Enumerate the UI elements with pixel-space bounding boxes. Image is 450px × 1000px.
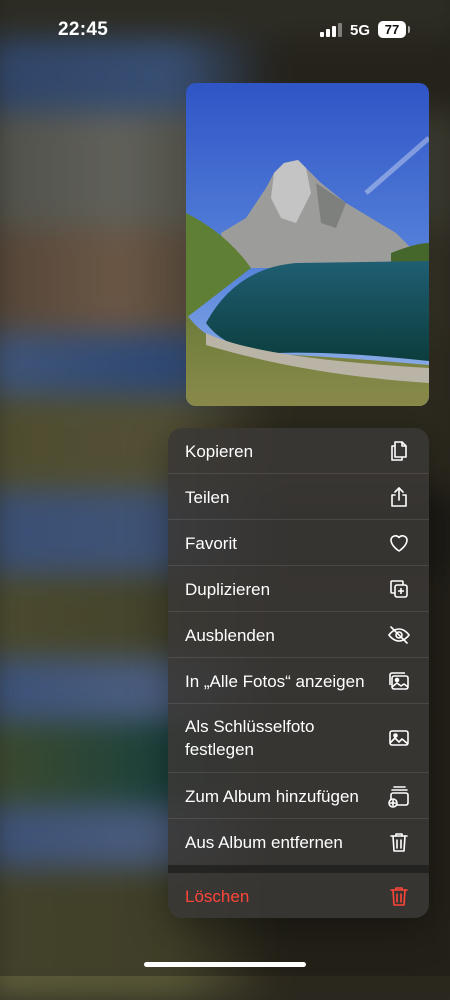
context-menu: Kopieren Teilen Favorit Duplizieren Ausb…: [168, 428, 429, 918]
menu-item-duplizieren[interactable]: Duplizieren: [168, 566, 429, 612]
battery-icon: 77: [378, 21, 406, 38]
trash-icon: [387, 884, 411, 908]
menu-item-alle-fotos[interactable]: In „Alle Fotos“ anzeigen: [168, 658, 429, 704]
menu-item-label: Teilen: [185, 488, 230, 507]
menu-item-label: Kopieren: [185, 442, 254, 461]
menu-item-ausblenden[interactable]: Ausblenden: [168, 612, 429, 658]
menu-item-kopieren[interactable]: Kopieren: [168, 428, 429, 474]
status-time: 22:45: [58, 19, 109, 40]
menu-item-label: Aus Album entfernen: [185, 833, 343, 852]
duplicate-icon: [387, 577, 411, 601]
menu-separator: [168, 865, 429, 873]
menu-item-label: Duplizieren: [185, 580, 271, 599]
menu-item-label: Favorit: [185, 534, 237, 553]
mountain-lake-photo: [186, 83, 429, 406]
menu-item-aus-album[interactable]: Aus Album entfernen: [168, 819, 429, 864]
add-to-album-icon: [387, 784, 411, 808]
share-icon: [387, 485, 411, 509]
photo-preview[interactable]: [186, 83, 429, 406]
trash-icon: [387, 830, 411, 854]
copy-icon: [387, 439, 411, 463]
home-indicator[interactable]: [144, 962, 306, 967]
menu-item-label: Als Schlüsselfoto festlegen: [185, 717, 315, 759]
status-bar: 22:45 5G 77: [0, 0, 450, 62]
network-type: 5G: [350, 22, 371, 39]
battery-cap: [408, 26, 410, 33]
heart-icon: [387, 531, 411, 555]
signal-icon: [320, 23, 342, 37]
photo-icon: [387, 726, 411, 750]
menu-item-schluesselfoto[interactable]: Als Schlüsselfoto festlegen: [168, 704, 429, 773]
menu-item-loeschen[interactable]: Löschen: [168, 873, 429, 918]
menu-item-label: Ausblenden: [185, 626, 275, 645]
eye-slash-icon: [387, 623, 411, 647]
menu-item-teilen[interactable]: Teilen: [168, 474, 429, 520]
menu-item-label: In „Alle Fotos“ anzeigen: [185, 672, 365, 691]
menu-item-zum-album[interactable]: Zum Album hinzufügen: [168, 773, 429, 819]
photo-stack-icon: [387, 669, 411, 693]
menu-item-label: Zum Album hinzufügen: [185, 787, 359, 806]
menu-item-favorit[interactable]: Favorit: [168, 520, 429, 566]
delete-label: Löschen: [185, 887, 250, 906]
